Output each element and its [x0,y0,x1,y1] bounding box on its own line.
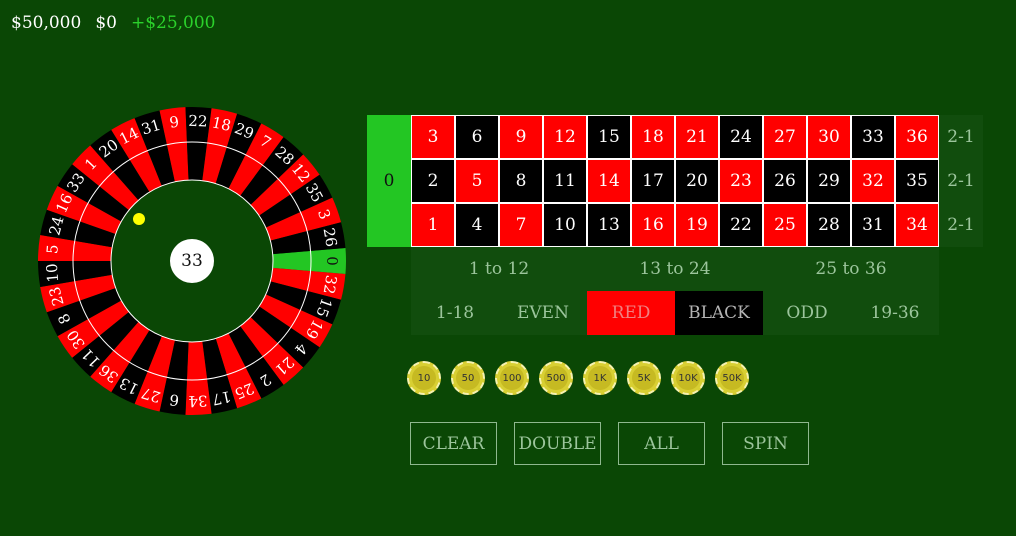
bet-even[interactable]: EVEN [499,291,587,335]
number-cell-32[interactable]: 32 [851,159,895,203]
number-grid: 3 6 9 12 15 18 21 24 27 30 33 36 2 5 8 11 14 17 20 23 26 29 32… [411,115,939,247]
number-cell-24[interactable]: 24 [719,115,763,159]
wheel-number-22: 22 [188,112,208,131]
bet-19-36[interactable]: 19-36 [851,291,939,335]
number-cell-16[interactable]: 16 [631,203,675,247]
number-cell-1[interactable]: 1 [411,203,455,247]
number-cell-22[interactable]: 22 [719,203,763,247]
roulette-ball [133,213,145,225]
bet-odd[interactable]: ODD [763,291,851,335]
number-cell-4[interactable]: 4 [455,203,499,247]
wheel-number-26: 26 [320,226,341,248]
number-cell-11[interactable]: 11 [543,159,587,203]
wheel-number-10: 10 [43,263,63,284]
number-cell-6[interactable]: 6 [455,115,499,159]
number-cell-20[interactable]: 20 [675,159,719,203]
chip-label: 50 [456,366,480,390]
number-cell-5[interactable]: 5 [455,159,499,203]
chip-label: 50K [720,366,744,390]
number-cell-18[interactable]: 18 [631,115,675,159]
number-cell-3[interactable]: 3 [411,115,455,159]
chip-50k[interactable]: 50K [715,361,749,395]
number-cell-23[interactable]: 23 [719,159,763,203]
bet-red[interactable]: RED [587,291,675,335]
dozen-bets: 1 to 12 13 to 24 25 to 36 [411,247,939,291]
dozen-25-36[interactable]: 25 to 36 [763,247,939,291]
action-buttons: CLEAR DOUBLE ALL SPIN [410,422,809,465]
number-cell-25[interactable]: 25 [763,203,807,247]
dozen-1-12[interactable]: 1 to 12 [411,247,587,291]
chip-500[interactable]: 500 [539,361,573,395]
clear-button[interactable]: CLEAR [410,422,497,465]
number-cell-27[interactable]: 27 [763,115,807,159]
chip-10k[interactable]: 10K [671,361,705,395]
dozen-13-24[interactable]: 13 to 24 [587,247,763,291]
chip-50[interactable]: 50 [451,361,485,395]
column-bet-middle[interactable]: 2-1 [939,159,983,203]
number-cell-26[interactable]: 26 [763,159,807,203]
chip-label: 100 [500,366,524,390]
wheel-number-0: 0 [323,256,341,266]
number-cell-34[interactable]: 34 [895,203,939,247]
chip-rack: 10 50 100 500 1K 5K 10K 50K [407,361,749,395]
wheel-number-34: 34 [188,391,208,410]
number-cell-10[interactable]: 10 [543,203,587,247]
chip-100[interactable]: 100 [495,361,529,395]
bet-text: $0 [95,13,117,33]
chip-label: 10 [412,366,436,390]
number-cell-28[interactable]: 28 [807,203,851,247]
number-cell-33[interactable]: 33 [851,115,895,159]
chip-label: 5K [632,366,656,390]
wheel-number-5: 5 [43,244,62,255]
number-cell-14[interactable]: 14 [587,159,631,203]
result-number: 33 [181,251,203,271]
balance-text: $50,000 [11,13,82,33]
bet-black[interactable]: BLACK [675,291,763,335]
number-cell-29[interactable]: 29 [807,159,851,203]
number-cell-9[interactable]: 9 [499,115,543,159]
wheel-number-32: 32 [320,274,341,296]
spin-button[interactable]: SPIN [722,422,809,465]
number-cell-15[interactable]: 15 [587,115,631,159]
outside-bets: 1-18 EVEN RED BLACK ODD 19-36 [411,291,939,335]
number-cell-12[interactable]: 12 [543,115,587,159]
number-cell-31[interactable]: 31 [851,203,895,247]
number-cell-19[interactable]: 19 [675,203,719,247]
number-cell-8[interactable]: 8 [499,159,543,203]
number-cell-7[interactable]: 7 [499,203,543,247]
number-cell-36[interactable]: 36 [895,115,939,159]
chip-label: 10K [676,366,700,390]
column-bet-top[interactable]: 2-1 [939,115,983,159]
roulette-wheel: 0321519421225173462713361130823105241633… [38,107,346,415]
number-cell-35[interactable]: 35 [895,159,939,203]
number-cell-17[interactable]: 17 [631,159,675,203]
chip-10[interactable]: 10 [407,361,441,395]
bet-1-18[interactable]: 1-18 [411,291,499,335]
number-cell-30[interactable]: 30 [807,115,851,159]
number-cell-21[interactable]: 21 [675,115,719,159]
hud: $50,000 $0 +$25,000 [11,13,216,33]
chip-label: 1K [588,366,612,390]
chip-1k[interactable]: 1K [583,361,617,395]
number-cell-2[interactable]: 2 [411,159,455,203]
chip-label: 500 [544,366,568,390]
all-button[interactable]: ALL [618,422,705,465]
chip-5k[interactable]: 5K [627,361,661,395]
column-bet-bottom[interactable]: 2-1 [939,203,983,247]
double-button[interactable]: DOUBLE [514,422,601,465]
last-win-text: +$25,000 [130,13,216,33]
zero-cell[interactable]: 0 [367,115,411,247]
number-cell-13[interactable]: 13 [587,203,631,247]
